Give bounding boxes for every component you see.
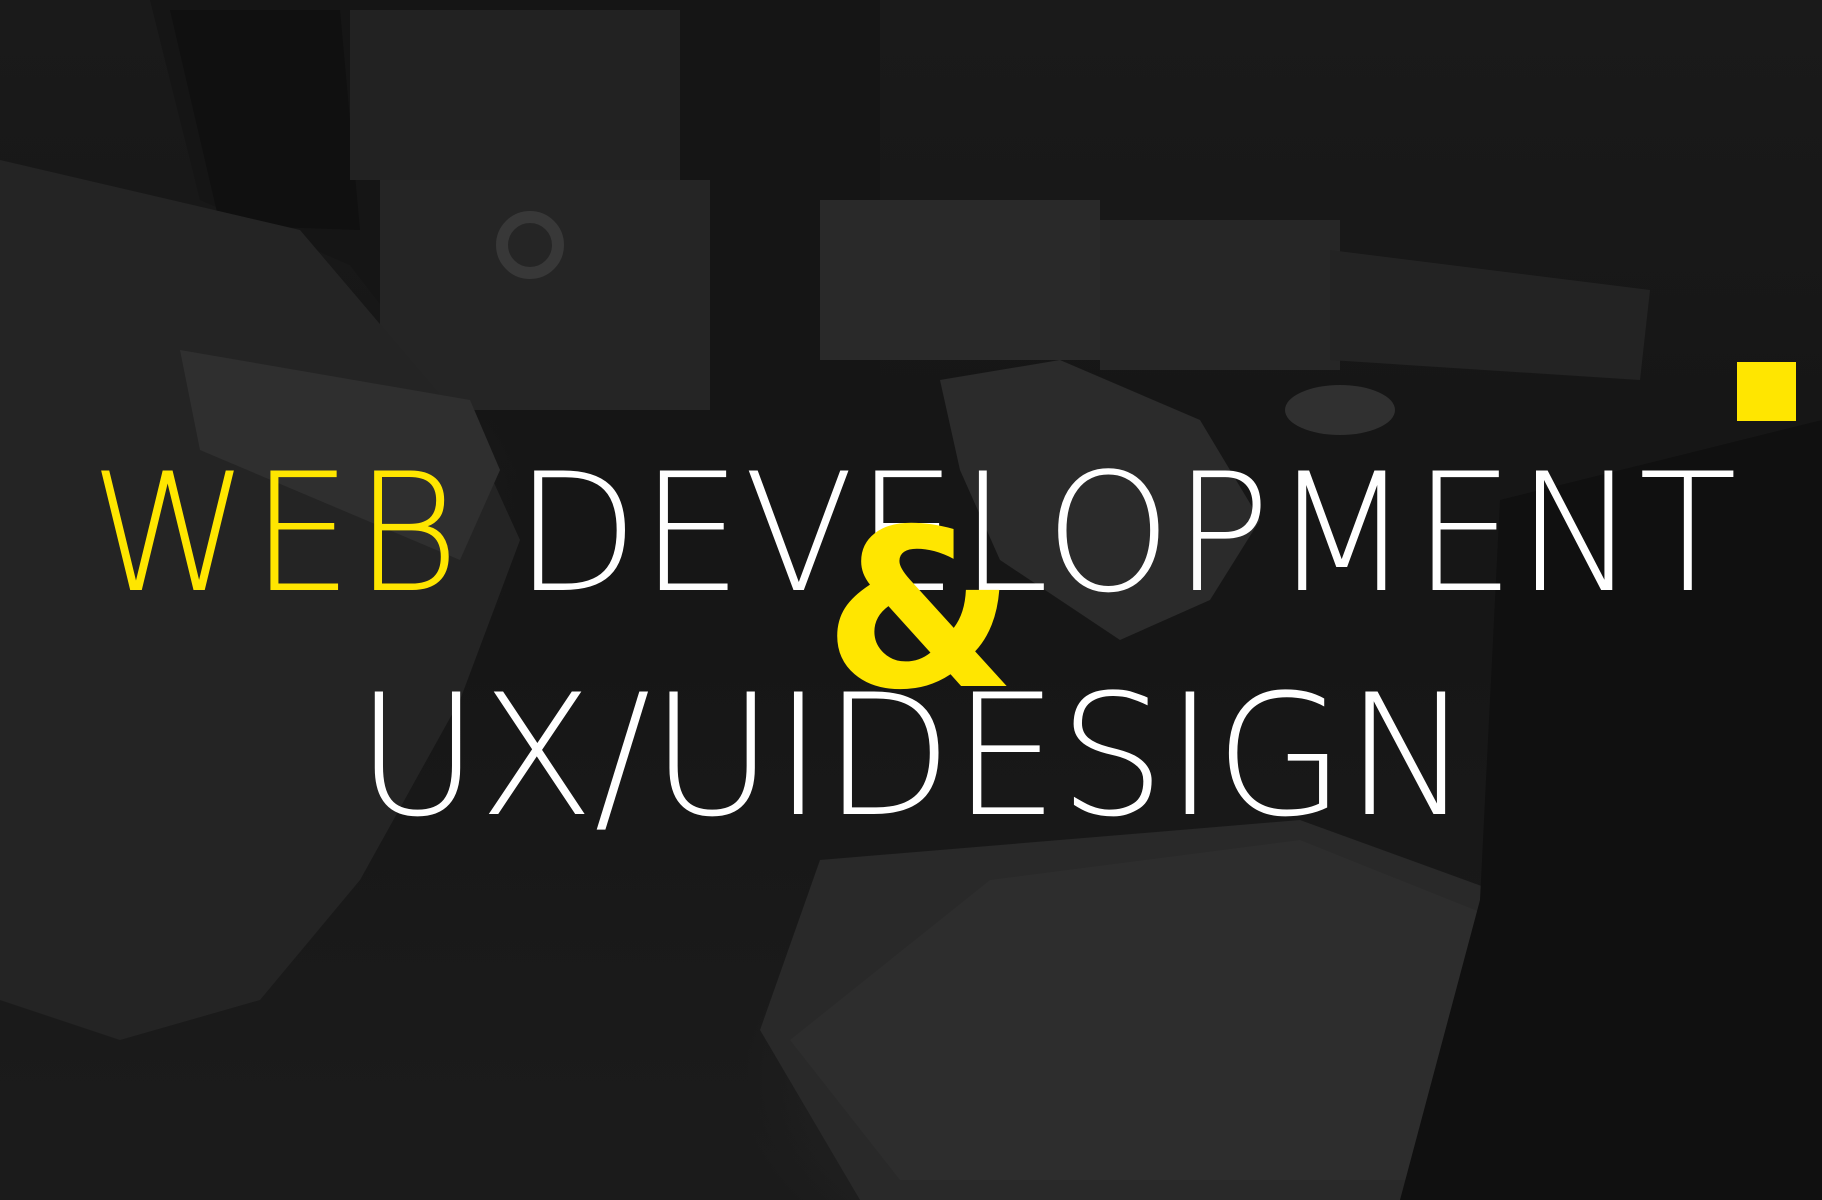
hero-banner: WEB DEVELOPMENT UX/UIDESIGN & <box>0 0 1822 1200</box>
headline-line-1-text: DEVELOPMENT <box>514 438 1739 629</box>
accent-square <box>1737 362 1796 421</box>
headline-highlight-word: WEB <box>90 438 462 629</box>
ampersand: & <box>824 482 1016 738</box>
